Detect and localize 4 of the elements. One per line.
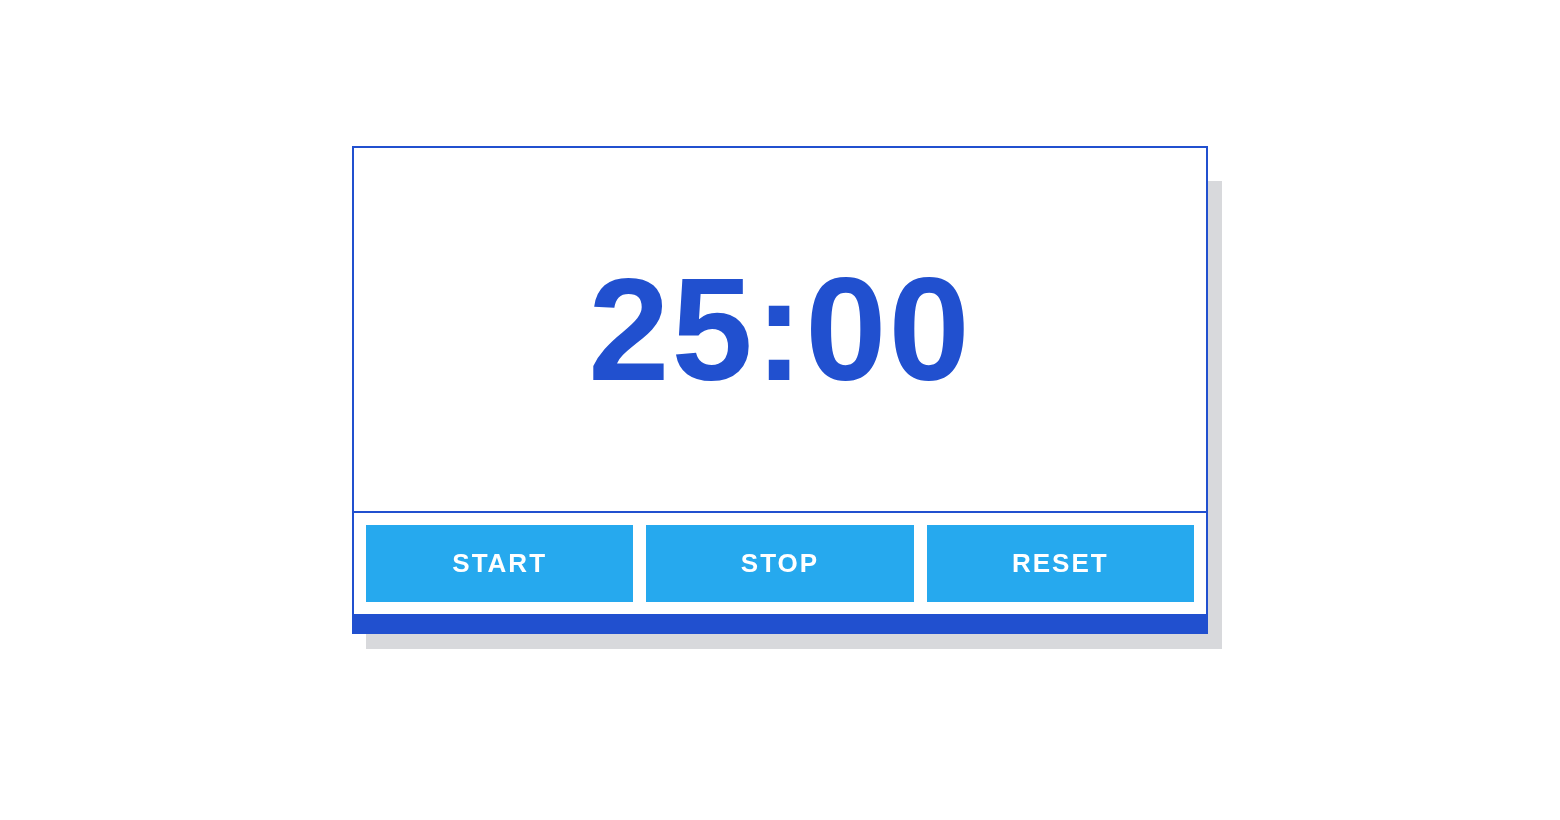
timer-display: 25:00: [588, 256, 972, 403]
timer-button[interactable]: START: [366, 525, 634, 602]
timer-button[interactable]: STOP: [646, 525, 914, 602]
timer-button[interactable]: RESET: [926, 525, 1194, 602]
